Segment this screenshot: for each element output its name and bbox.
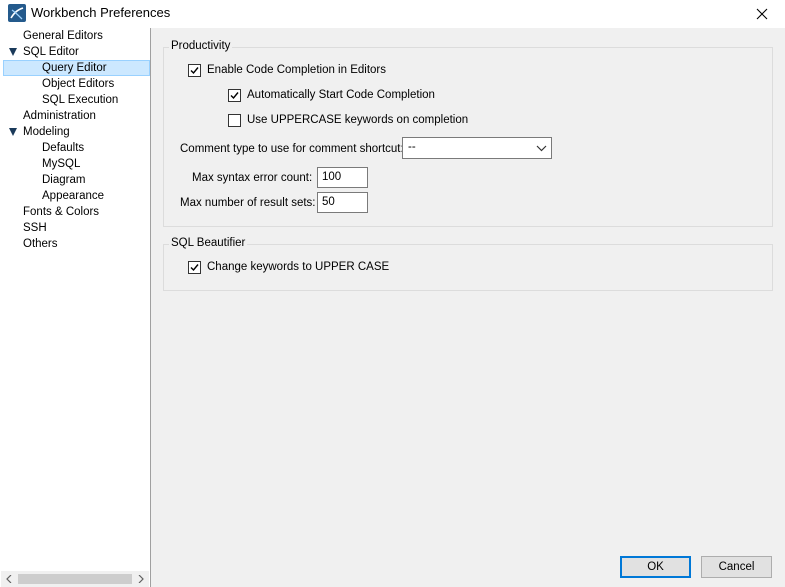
max-result-sets-label: Max number of result sets: [180, 197, 316, 209]
mysql-workbench-icon [8, 4, 26, 22]
tree-item-label: MySQL [42, 158, 81, 170]
tree-item-label: Fonts & Colors [23, 206, 100, 218]
tree-item-sql-execution[interactable]: SQL Execution [0, 92, 150, 108]
tree-item-administration[interactable]: Administration [0, 108, 150, 124]
tree-item-object-editors[interactable]: Object Editors [0, 76, 150, 92]
tree-item-label: Defaults [42, 142, 85, 154]
checkbox-box[interactable] [228, 88, 241, 102]
tree-item-label: Others [23, 238, 58, 250]
tree-item-appearance[interactable]: Appearance [0, 188, 150, 204]
max-syntax-errors-value: 100 [322, 171, 342, 183]
preferences-tree[interactable]: General Editors SQL Editor Query Editor … [0, 28, 151, 587]
max-result-sets-input[interactable]: 50 [317, 192, 368, 213]
tree-item-modeling[interactable]: Modeling [0, 124, 150, 140]
tree-item-diagram[interactable]: Diagram [0, 172, 150, 188]
tree-item-mysql[interactable]: MySQL [0, 156, 150, 172]
chevron-down-icon [536, 142, 547, 157]
checkbox-box[interactable] [188, 260, 201, 274]
comment-type-label: Comment type to use for comment shortcut… [180, 143, 404, 155]
enable-code-completion-checkbox[interactable]: Enable Code Completion in Editors [188, 62, 386, 78]
change-keywords-uppercase-label: Change keywords to UPPER CASE [207, 261, 390, 273]
tree-item-others[interactable]: Others [0, 236, 150, 252]
tree-item-label: Object Editors [42, 78, 115, 90]
max-result-sets-value: 50 [322, 196, 335, 208]
sidebar-horizontal-scrollbar[interactable] [1, 571, 149, 587]
tree-item-label: Query Editor [42, 62, 107, 74]
tree-item-label: Diagram [42, 174, 86, 186]
enable-code-completion-label: Enable Code Completion in Editors [207, 64, 386, 76]
tree-item-label: SSH [23, 222, 47, 234]
tree-item-defaults[interactable]: Defaults [0, 140, 150, 156]
tree-item-ssh[interactable]: SSH [0, 220, 150, 236]
expand-arrow-icon[interactable] [9, 48, 17, 56]
window-title: Workbench Preferences [31, 5, 171, 20]
scroll-right-icon[interactable] [133, 571, 149, 587]
tree-item-label: Appearance [42, 190, 105, 202]
tree-item-label: General Editors [23, 30, 103, 42]
tree-item-general-editors[interactable]: General Editors [0, 28, 150, 44]
auto-start-completion-label: Automatically Start Code Completion [247, 89, 435, 101]
scroll-left-icon[interactable] [1, 571, 17, 587]
tree-item-sql-editor[interactable]: SQL Editor [0, 44, 150, 60]
expand-arrow-icon[interactable] [9, 128, 17, 136]
uppercase-keywords-label: Use UPPERCASE keywords on completion [247, 114, 469, 126]
scrollbar-thumb[interactable] [18, 574, 132, 584]
productivity-group-title: Productivity [169, 40, 233, 52]
close-icon[interactable] [739, 0, 785, 28]
tree-item-fonts-colors[interactable]: Fonts & Colors [0, 204, 150, 220]
max-syntax-errors-input[interactable]: 100 [317, 167, 368, 188]
preferences-window: Workbench Preferences General Editors SQ… [0, 0, 785, 587]
tree-item-label: SQL Execution [42, 94, 119, 106]
tree-item-label: Administration [23, 110, 96, 122]
change-keywords-uppercase-checkbox[interactable]: Change keywords to UPPER CASE [188, 259, 389, 275]
sql-beautifier-group-title: SQL Beautifier [169, 237, 248, 249]
comment-type-value: -- [408, 141, 416, 153]
cancel-button[interactable]: Cancel [701, 556, 772, 578]
checkbox-box[interactable] [228, 113, 241, 127]
title-bar: Workbench Preferences [0, 0, 785, 28]
comment-type-select[interactable]: -- [402, 137, 552, 159]
tree-item-query-editor[interactable]: Query Editor [0, 60, 150, 76]
tree-item-label: Modeling [23, 126, 70, 138]
max-syntax-errors-label: Max syntax error count: [192, 172, 313, 184]
checkbox-box[interactable] [188, 63, 201, 77]
auto-start-completion-checkbox[interactable]: Automatically Start Code Completion [228, 87, 435, 103]
tree-item-label: SQL Editor [23, 46, 79, 58]
ok-button[interactable]: OK [620, 556, 691, 578]
uppercase-keywords-checkbox[interactable]: Use UPPERCASE keywords on completion [228, 112, 468, 128]
